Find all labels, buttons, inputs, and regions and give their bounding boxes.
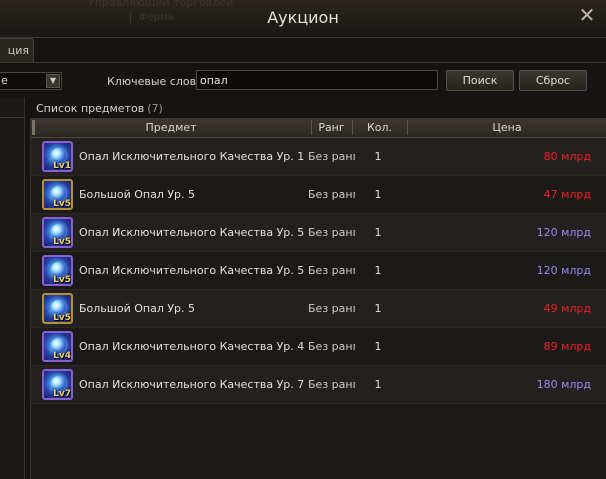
table-bottom-divider	[31, 403, 606, 404]
category-panel	[0, 97, 25, 479]
column-header-item[interactable]: Предмет	[31, 118, 311, 137]
item-rank: Без ранга	[308, 264, 355, 277]
opal-gem-icon: Lv7	[42, 369, 73, 400]
item-name: Опал Исключительного Качества Ур. 7	[79, 378, 305, 391]
item-price: 49 млрд	[543, 302, 591, 315]
item-rank: Без ранга	[308, 226, 355, 239]
item-name: Большой Опал Ур. 5	[79, 302, 196, 315]
opal-gem-icon: Lv1	[42, 141, 73, 172]
item-list-title: Список предметов	[36, 102, 145, 115]
column-header-qty[interactable]: Кол.	[352, 118, 407, 137]
item-qty: 1	[374, 150, 382, 163]
item-price: 180 млрд	[536, 378, 591, 391]
item-price: 89 млрд	[543, 340, 591, 353]
reset-button[interactable]: Сброс	[519, 70, 587, 91]
item-qty: 1	[374, 226, 382, 239]
item-name: Опал Исключительного Качества Ур. 5	[79, 226, 305, 239]
close-icon[interactable]: ✕	[576, 4, 598, 26]
item-count: (7)	[147, 102, 163, 115]
item-level-badge: Lv4	[53, 351, 71, 361]
item-level-badge: Lv1	[53, 161, 71, 171]
table-row[interactable]: Lv5 Опал Исключительного Качества Ур. 5 …	[31, 214, 606, 252]
item-qty: 1	[374, 302, 382, 315]
table-header: Предмет Ранг Кол. Цена	[31, 118, 606, 138]
item-qty: 1	[374, 188, 382, 201]
item-price: 80 млрд	[543, 150, 591, 163]
item-name: Опал Исключительного Качества Ур. 4	[79, 340, 305, 353]
window-title: Аукцион	[267, 8, 339, 27]
divider	[0, 117, 24, 118]
results-table: Предмет Ранг Кол. Цена Lv1 Опал Исключит…	[30, 118, 606, 479]
item-level-badge: Lv7	[53, 389, 71, 399]
item-price: 47 млрд	[543, 188, 591, 201]
category-select-value: е	[1, 74, 8, 87]
item-rank: Без ранга	[308, 340, 355, 353]
divider	[0, 62, 606, 63]
item-rank: Без ранга	[308, 150, 355, 163]
table-row[interactable]: Lv5 Большой Опал Ур. 5 Без ранга 1 49 мл…	[31, 290, 606, 328]
item-qty: 1	[374, 340, 382, 353]
table-row[interactable]: Lv1 Опал Исключительного Качества Ур. 1 …	[31, 138, 606, 176]
item-name: Опал Исключительного Качества Ур. 1	[79, 150, 305, 163]
item-rank: Без ранга	[308, 188, 355, 201]
column-header-rank[interactable]: Ранг	[311, 118, 352, 137]
table-row[interactable]: Lv4 Опал Исключительного Качества Ур. 4 …	[31, 328, 606, 366]
opal-gem-icon: Lv5	[42, 255, 73, 286]
table-row[interactable]: Lv5 Опал Исключительного Качества Ур. 5 …	[31, 252, 606, 290]
table-row[interactable]: Lv7 Опал Исключительного Качества Ур. 7 …	[31, 366, 606, 404]
item-rank: Без ранга	[308, 378, 355, 391]
chevron-down-icon[interactable]: ▼	[46, 74, 60, 88]
title-bar: Управляющий торговлей Ферма Аукцион ✕	[0, 0, 606, 38]
item-rank: Без ранга	[308, 302, 355, 315]
search-button[interactable]: Поиск	[446, 70, 514, 91]
table-row[interactable]: Lv5 Большой Опал Ур. 5 Без ранга 1 47 мл…	[31, 176, 606, 214]
item-level-badge: Lv5	[53, 275, 71, 285]
keyword-input[interactable]	[196, 70, 438, 90]
item-qty: 1	[374, 264, 382, 277]
item-level-badge: Lv5	[53, 313, 71, 323]
opal-gem-icon: Lv5	[42, 179, 73, 210]
opal-gem-icon: Lv5	[42, 293, 73, 324]
item-level-badge: Lv5	[53, 237, 71, 247]
item-level-badge: Lv5	[53, 199, 71, 209]
item-qty: 1	[374, 378, 382, 391]
opal-gem-icon: Lv5	[42, 217, 73, 248]
item-name: Большой Опал Ур. 5	[79, 188, 196, 201]
tab-category[interactable]: ция	[0, 38, 34, 62]
keyword-label: Ключевые слова	[107, 75, 203, 88]
item-name: Опал Исключительного Качества Ур. 5	[79, 264, 305, 277]
item-list-label: Список предметов (7)	[36, 102, 163, 115]
opal-gem-icon: Lv4	[42, 331, 73, 362]
item-price: 120 млрд	[536, 226, 591, 239]
category-select[interactable]: е ▼	[0, 72, 62, 90]
item-price: 120 млрд	[536, 264, 591, 277]
column-header-price[interactable]: Цена	[407, 118, 606, 137]
